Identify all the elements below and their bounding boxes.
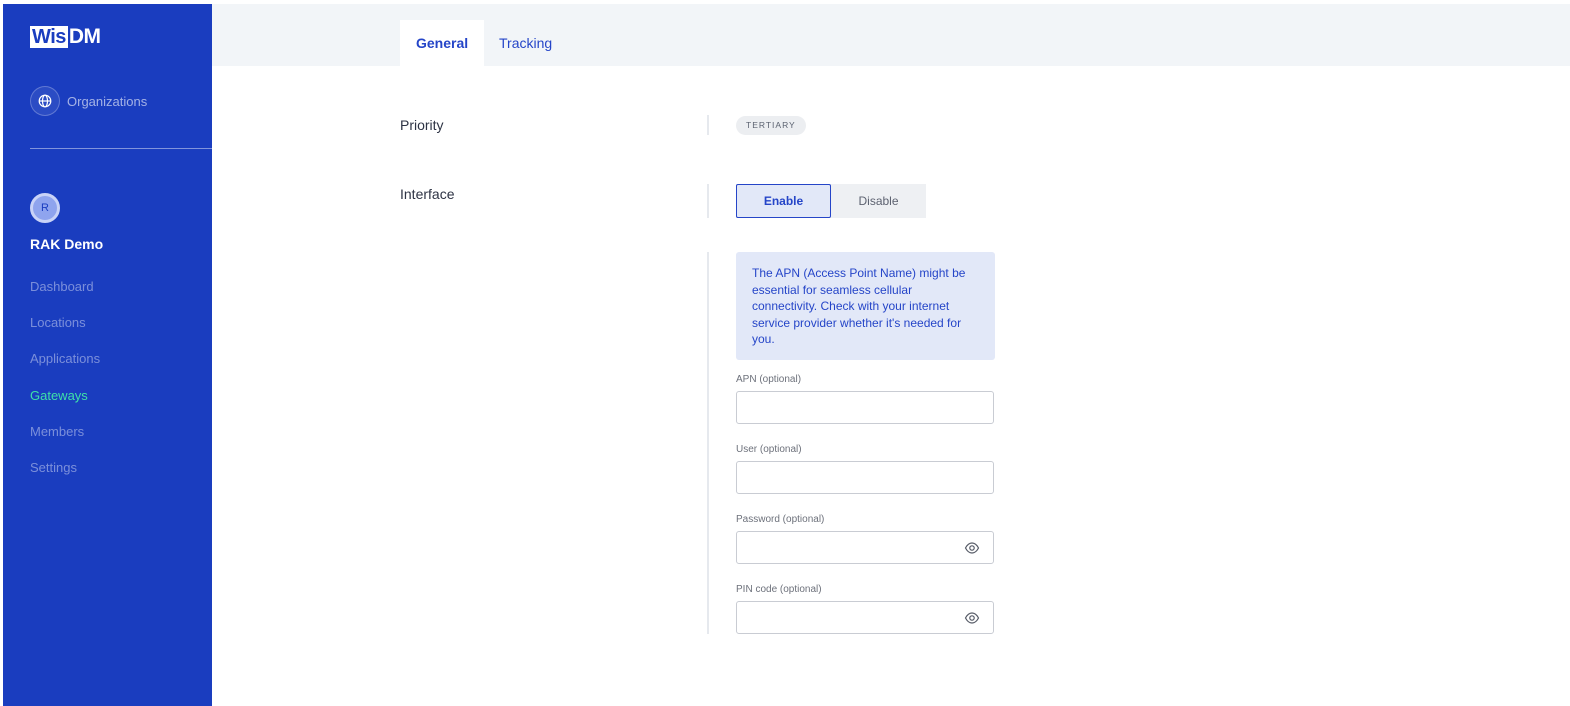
organizations-link[interactable]: Organizations xyxy=(30,86,147,116)
pin-field-label: PIN code (optional) xyxy=(736,584,822,595)
sidebar-item-gateways[interactable]: Gateways xyxy=(30,387,100,423)
sidebar-nav: Dashboard Locations Applications Gateway… xyxy=(30,278,100,495)
sidebar-divider xyxy=(30,148,212,149)
priority-badge: TERTIARY xyxy=(736,116,806,135)
apn-input[interactable] xyxy=(737,392,947,423)
pin-input[interactable] xyxy=(737,602,947,633)
apn-field xyxy=(736,391,994,424)
user-field xyxy=(736,461,994,494)
apn-section-divider xyxy=(707,252,709,634)
sidebar-item-dashboard[interactable]: Dashboard xyxy=(30,278,100,314)
apn-info-box: The APN (Access Point Name) might be ess… xyxy=(736,252,995,360)
tab-tracking[interactable]: Tracking xyxy=(483,20,568,66)
user-field-label: User (optional) xyxy=(736,444,802,455)
interface-toggle: Enable Disable xyxy=(736,184,926,218)
password-field xyxy=(736,531,994,564)
tab-bar: General Tracking xyxy=(212,4,1570,66)
enable-button[interactable]: Enable xyxy=(736,184,831,218)
interface-label: Interface xyxy=(400,186,455,202)
eye-icon[interactable] xyxy=(964,541,980,555)
user-input[interactable] xyxy=(737,462,947,493)
apn-field-label: APN (optional) xyxy=(736,374,802,385)
avatar[interactable]: R xyxy=(30,193,60,223)
tab-general[interactable]: General xyxy=(400,20,485,66)
sidebar-item-settings[interactable]: Settings xyxy=(30,459,100,495)
logo-text: DM xyxy=(68,25,101,48)
organizations-label: Organizations xyxy=(67,93,148,109)
globe-icon xyxy=(30,86,60,116)
priority-divider xyxy=(707,115,709,135)
password-field-label: Password (optional) xyxy=(736,514,825,525)
pin-field xyxy=(736,601,994,634)
interface-divider xyxy=(707,184,709,218)
eye-icon[interactable] xyxy=(964,611,980,625)
org-name: RAK Demo xyxy=(30,236,104,252)
sidebar: Wis DM Organizations R RAK Demo Dashboar… xyxy=(3,4,212,706)
password-input[interactable] xyxy=(737,532,947,563)
priority-label: Priority xyxy=(400,117,444,133)
sidebar-item-locations[interactable]: Locations xyxy=(30,314,100,350)
logo-box-text: Wis xyxy=(30,26,68,48)
wisdm-logo[interactable]: Wis DM xyxy=(30,24,101,50)
sidebar-item-members[interactable]: Members xyxy=(30,423,100,459)
disable-button[interactable]: Disable xyxy=(831,184,926,218)
sidebar-item-applications[interactable]: Applications xyxy=(30,350,100,386)
